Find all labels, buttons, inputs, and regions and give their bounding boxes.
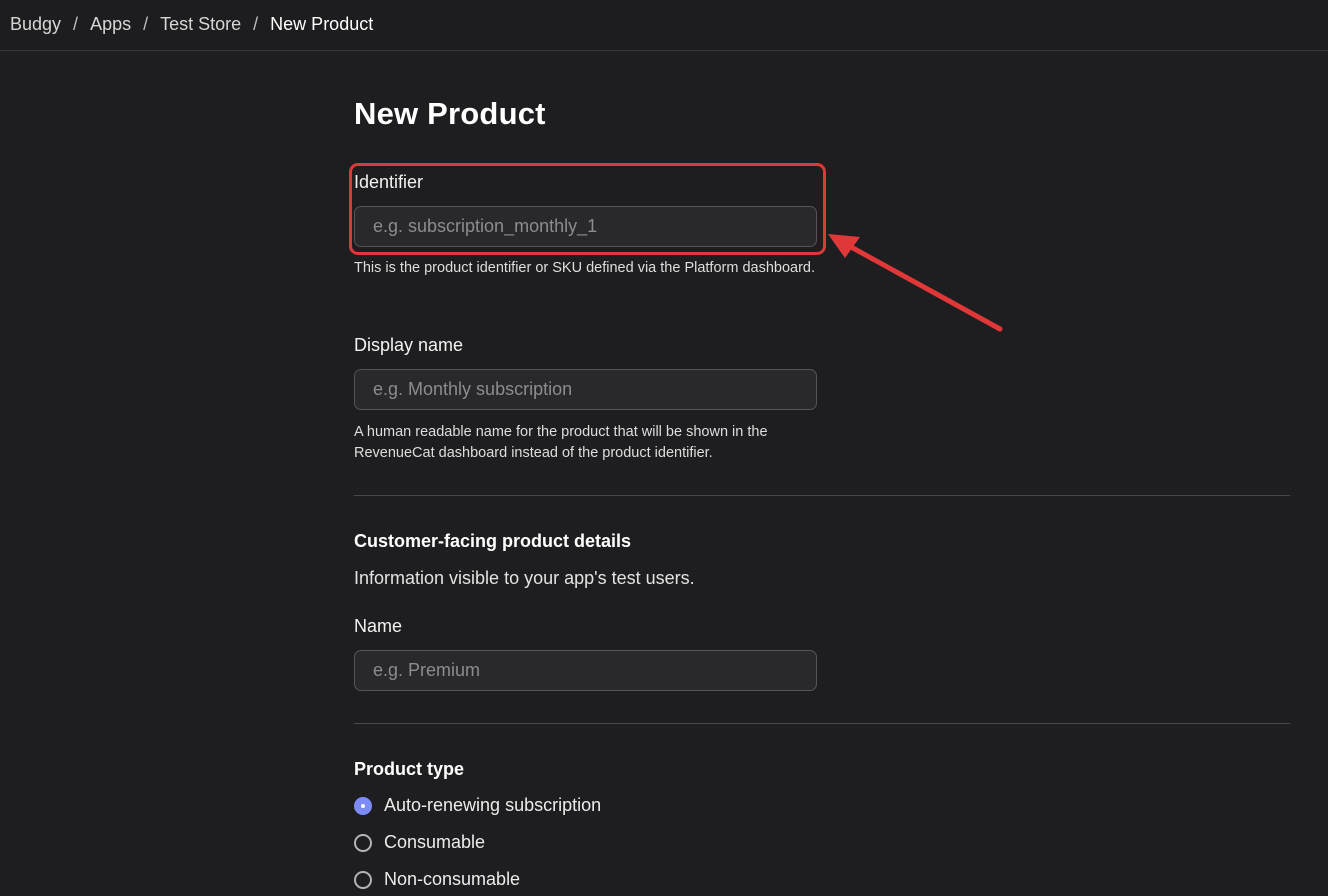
radio-label: Auto-renewing subscription xyxy=(384,795,602,815)
radio-label: Non-consumable xyxy=(384,869,521,889)
customer-details-subtitle: Information visible to your app's test u… xyxy=(354,568,695,588)
radio-option-auto-renewing-subscription[interactable]: Auto-renewing subscription xyxy=(354,795,601,816)
top-bar: Budgy / Apps / Test Store / New Product xyxy=(0,0,1328,51)
breadcrumb: Budgy / Apps / Test Store / New Product xyxy=(10,13,373,35)
breadcrumb-item-apps[interactable]: Apps xyxy=(90,13,131,35)
display-name-label: Display name xyxy=(354,335,464,355)
breadcrumb-item-test-store[interactable]: Test Store xyxy=(160,13,241,35)
section-divider xyxy=(354,495,1290,496)
display-name-input[interactable] xyxy=(354,369,817,410)
annotation-arrow-icon xyxy=(828,234,1003,332)
breadcrumb-separator: / xyxy=(73,14,79,34)
radio-button[interactable] xyxy=(354,870,372,889)
identifier-help-text: This is the product identifier or SKU de… xyxy=(354,260,816,276)
radio-button[interactable] xyxy=(354,833,372,852)
identifier-label: Identifier xyxy=(354,172,424,192)
name-label: Name xyxy=(354,616,403,636)
customer-details-title: Customer-facing product details xyxy=(354,531,632,551)
radio-option-non-consumable[interactable]: Non-consumable xyxy=(354,869,520,890)
page-title: New Product xyxy=(354,96,546,131)
radio-label: Consumable xyxy=(384,832,486,852)
section-divider xyxy=(354,723,1290,724)
identifier-input[interactable] xyxy=(354,206,817,247)
breadcrumb-separator: / xyxy=(143,14,149,34)
product-type-title: Product type xyxy=(354,759,465,779)
breadcrumb-separator: / xyxy=(253,14,259,34)
breadcrumb-current: New Product xyxy=(270,14,374,34)
radio-button-checked[interactable] xyxy=(354,796,372,815)
radio-option-consumable[interactable]: Consumable xyxy=(354,832,485,853)
name-input[interactable] xyxy=(354,650,817,691)
breadcrumb-item-budgy[interactable]: Budgy xyxy=(10,13,61,35)
display-name-help-text: A human readable name for the product th… xyxy=(354,424,768,461)
